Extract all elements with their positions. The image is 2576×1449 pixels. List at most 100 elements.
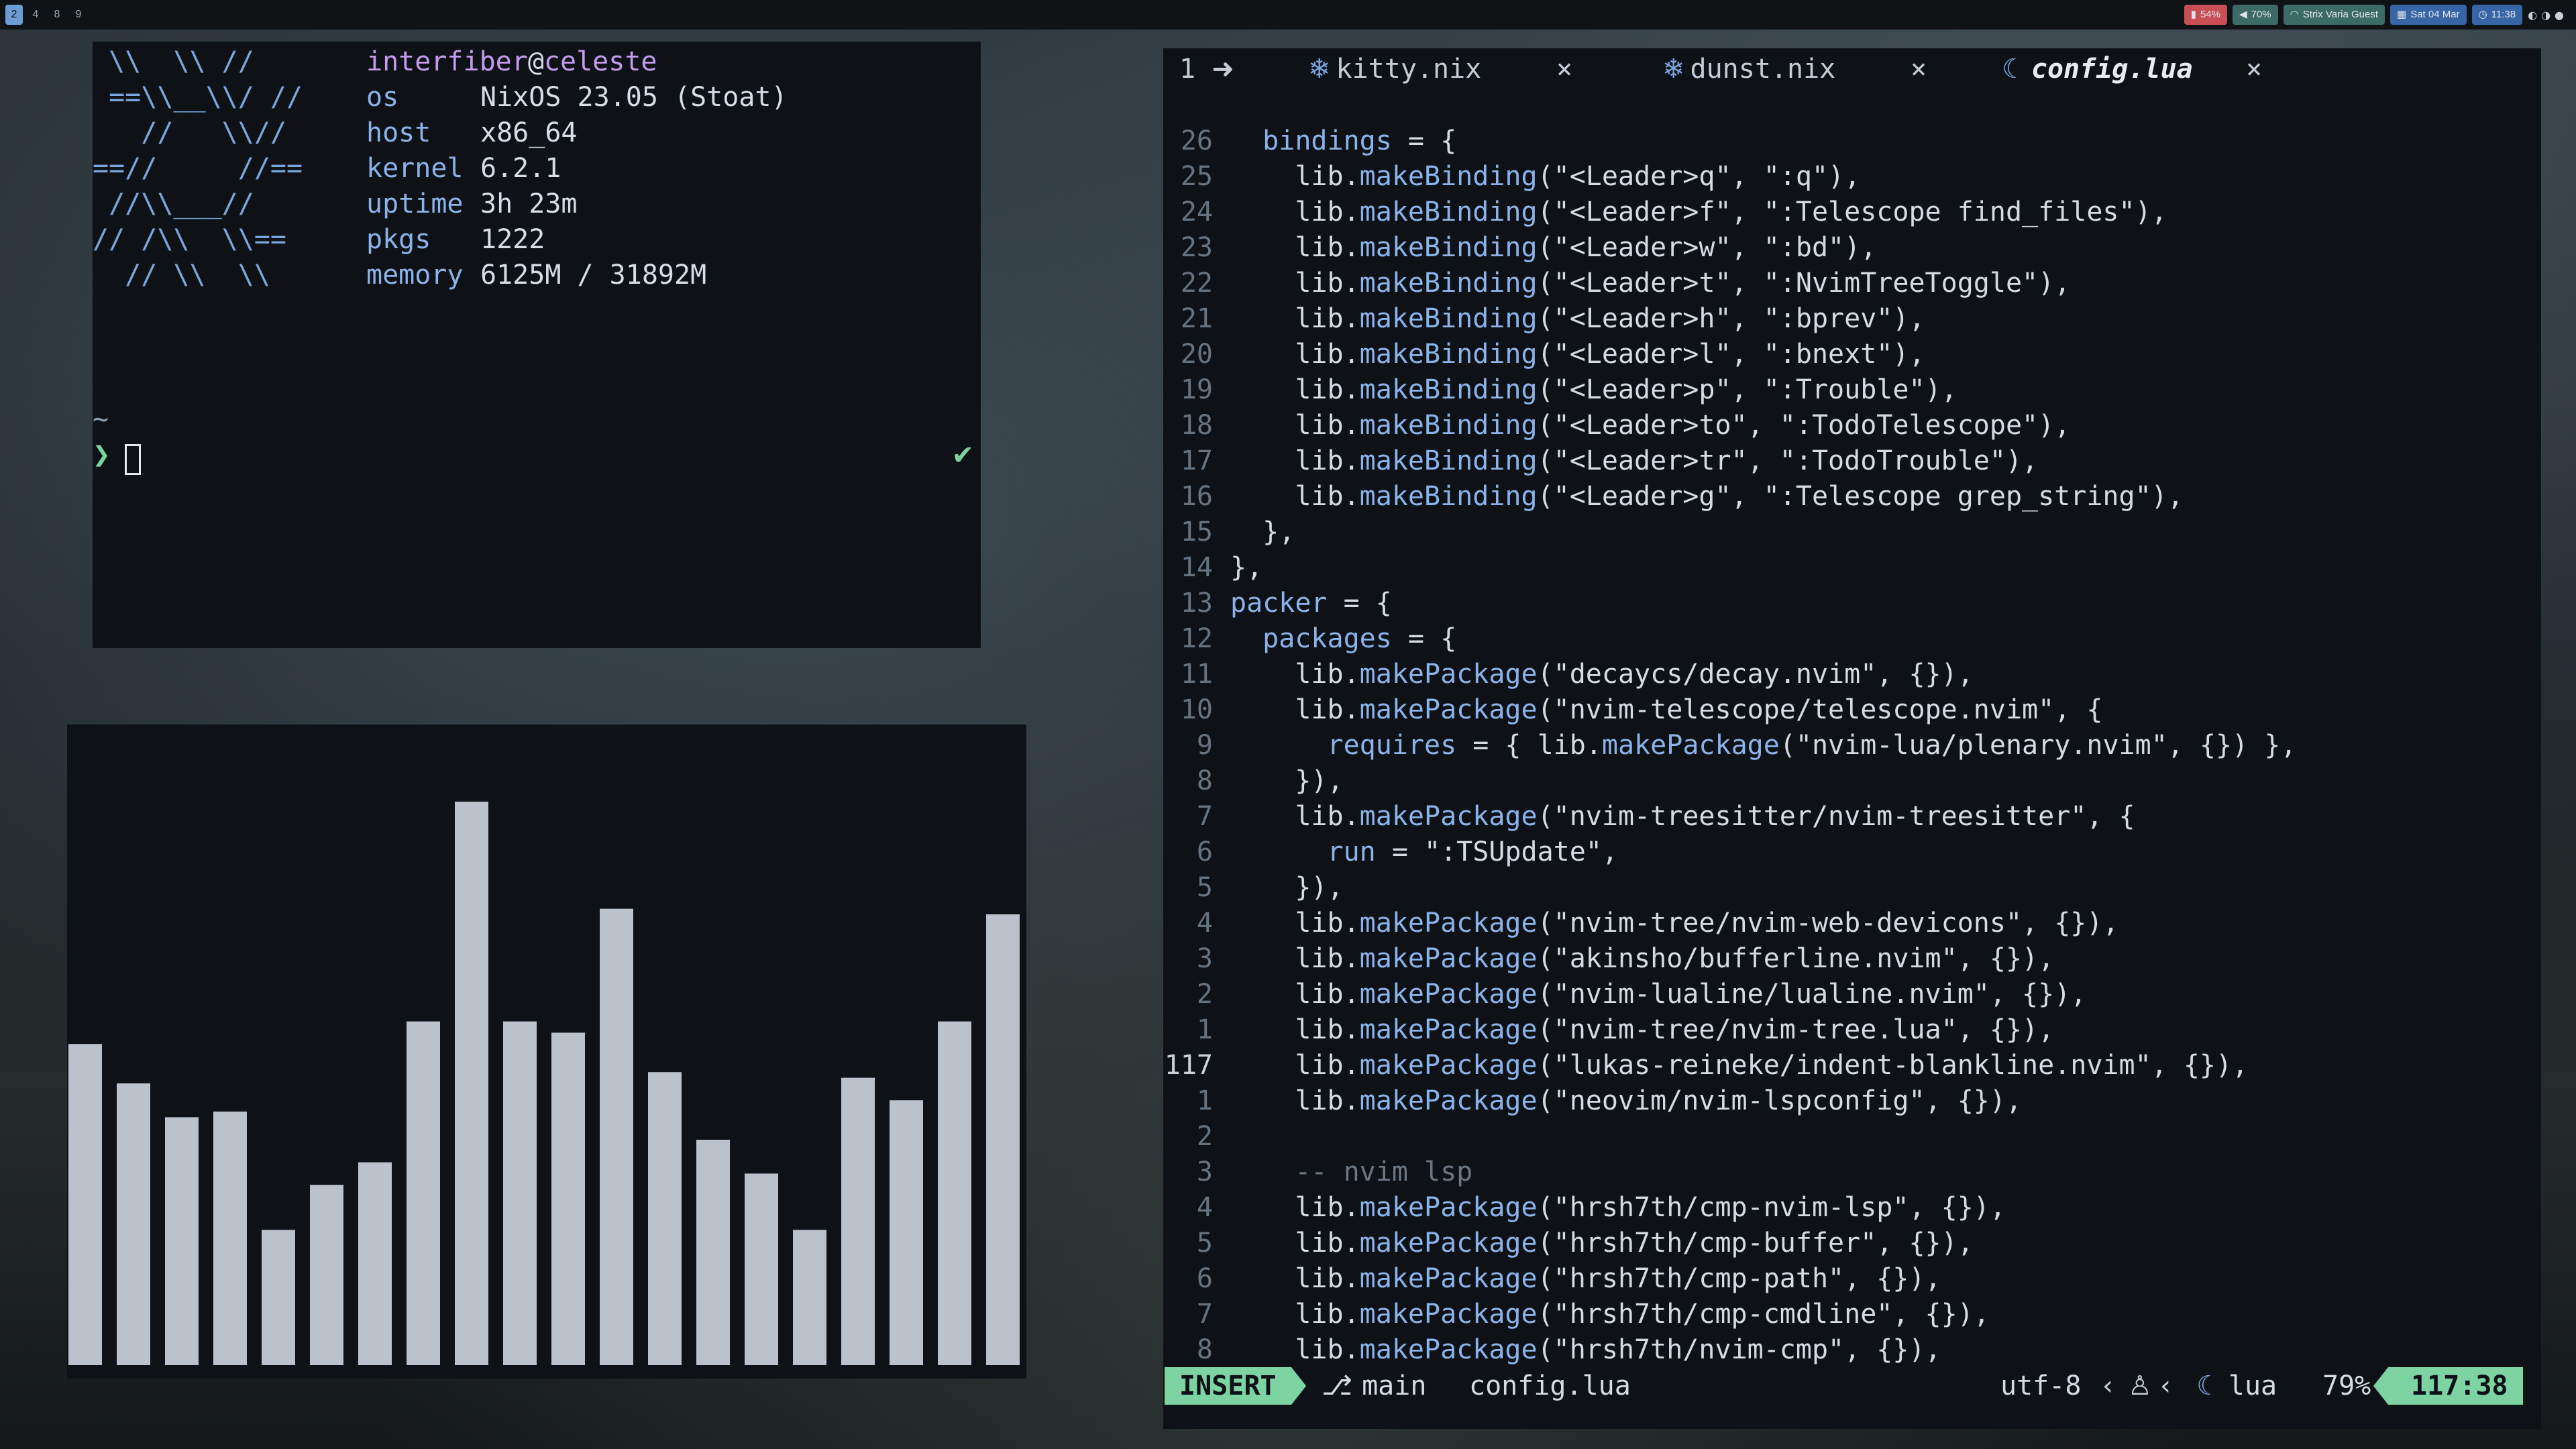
code-line[interactable]: 1 lib.makePackage("neovim/nvim-lspconfig… <box>1163 1083 2541 1119</box>
neovim-window[interactable]: 1 ➜ ❄ kitty.nix × ❄ dunst.nix × ☾ config.lua ×… <box>1163 48 2541 1429</box>
visualizer-bar <box>890 1100 923 1365</box>
visualizer-bar <box>648 1072 682 1365</box>
code-line[interactable]: 26 bindings = { <box>1163 123 2541 159</box>
code-line[interactable]: 8 lib.makePackage("hrsh7th/nvim-cmp", {}… <box>1163 1332 2541 1368</box>
line-number: 12 <box>1180 623 1213 654</box>
tray-app-icon[interactable]: ● <box>2555 9 2568 21</box>
visualizer-bar <box>551 1032 585 1365</box>
nixos-ascii-logo: \\ \\ // ==\\__\\/ // // \\// ==// //== … <box>93 46 303 290</box>
wifi-indicator[interactable]: ◠ Strix Varia Guest <box>2283 5 2385 25</box>
nix-icon: ❄ <box>1662 54 1685 85</box>
code-line[interactable]: 4 lib.makePackage("nvim-tree/nvim-web-de… <box>1163 906 2541 941</box>
tab-kitty-nix[interactable]: ❄ kitty.nix × <box>1308 54 1572 85</box>
code-line[interactable]: 2 lib.makePackage("nvim-lualine/lualine.… <box>1163 977 2541 1012</box>
date-indicator[interactable]: ▦ Sat 04 Mar <box>2390 5 2467 25</box>
code-line[interactable]: 3 lib.makePackage("akinsho/bufferline.nv… <box>1163 941 2541 977</box>
line-number: 4 <box>1196 1192 1213 1223</box>
workspace-button[interactable]: 8 <box>48 5 66 25</box>
code-line[interactable]: 21 lib.makeBinding("<Leader>h", ":bprev"… <box>1163 301 2541 337</box>
cursor-position: 117:38 <box>2373 1367 2523 1405</box>
workspace-button[interactable]: 9 <box>70 5 87 25</box>
separator-icon: ‹ <box>2160 1371 2171 1401</box>
code-line[interactable]: 4 lib.makePackage("hrsh7th/cmp-nvim-lsp"… <box>1163 1190 2541 1226</box>
line-number: 2 <box>1196 1121 1213 1152</box>
code-line[interactable]: 24 lib.makeBinding("<Leader>f", ":Telesc… <box>1163 195 2541 230</box>
code-line[interactable]: 17 lib.makeBinding("<Leader>tr", ":TodoT… <box>1163 443 2541 479</box>
code-text: lib.makePackage("nvim-treesitter/nvim-tr… <box>1230 801 2135 832</box>
code-line[interactable]: 5 }), <box>1163 870 2541 906</box>
code-text: lib.makeBinding("<Leader>t", ":NvimTreeT… <box>1230 268 2071 299</box>
code-text: lib.makeBinding("<Leader>tr", ":TodoTrou… <box>1230 445 2039 476</box>
code-text: lib.makePackage("hrsh7th/cmp-buffer", {}… <box>1230 1228 1974 1258</box>
system-tray[interactable]: ◐◑● <box>2528 9 2568 21</box>
code-line[interactable]: 12 packages = { <box>1163 621 2541 657</box>
line-number: 117 <box>1164 1050 1213 1081</box>
code-text: lib.makeBinding("<Leader>l", ":bnext"), <box>1230 339 1925 370</box>
code-line[interactable]: 1 lib.makePackage("nvim-tree/nvim-tree.l… <box>1163 1012 2541 1048</box>
code-line[interactable]: 7 lib.makePackage("nvim-treesitter/nvim-… <box>1163 799 2541 835</box>
tab-dunst-nix[interactable]: ❄ dunst.nix × <box>1662 54 1927 85</box>
code-line[interactable]: 6 run = ":TSUpdate", <box>1163 835 2541 870</box>
line-number: 4 <box>1196 908 1213 938</box>
code-line[interactable]: 13 packer = { <box>1163 586 2541 621</box>
back-arrow-icon: ➜ <box>1212 54 1234 85</box>
code-line-current[interactable]: 117 lib.makePackage("lukas-reineke/inden… <box>1163 1048 2541 1083</box>
code-line[interactable]: 23 lib.makeBinding("<Leader>w", ":bd"), <box>1163 230 2541 266</box>
visualizer-bar <box>503 1021 537 1365</box>
code-line[interactable]: 10 lib.makePackage("nvim-telescope/teles… <box>1163 692 2541 728</box>
code-text: }), <box>1230 872 1344 903</box>
check-icon: ✔ <box>951 440 974 471</box>
line-number: 7 <box>1196 1299 1213 1330</box>
filename: config.lua <box>1469 1371 1631 1401</box>
close-icon[interactable]: × <box>2246 54 2262 85</box>
code-text: lib.makeBinding("<Leader>f", ":Telescope… <box>1230 197 2167 227</box>
volume-indicator[interactable]: ◀ 70% <box>2233 5 2278 25</box>
line-number: 21 <box>1180 303 1213 334</box>
code-line[interactable]: 8 }), <box>1163 763 2541 799</box>
code-line[interactable]: 7 lib.makePackage("hrsh7th/cmp-cmdline",… <box>1163 1297 2541 1332</box>
code-line[interactable]: 22 lib.makeBinding("<Leader>t", ":NvimTr… <box>1163 266 2541 301</box>
code-line[interactable]: 9 requires = { lib.makePackage("nvim-lua… <box>1163 728 2541 763</box>
line-number: 5 <box>1196 872 1213 903</box>
close-icon[interactable]: × <box>1556 54 1572 85</box>
code-line[interactable]: 15 }, <box>1163 515 2541 550</box>
info-row-os: os NixOS 23.05 (Stoat) <box>366 82 788 113</box>
code-text: lib.makePackage("hrsh7th/cmp-cmdline", {… <box>1230 1299 1990 1330</box>
code-line[interactable]: 5 lib.makePackage("hrsh7th/cmp-buffer", … <box>1163 1226 2541 1261</box>
workspace-button[interactable]: 2 <box>5 5 23 25</box>
code-line[interactable]: 19 lib.makeBinding("<Leader>p", ":Troubl… <box>1163 372 2541 408</box>
code-line[interactable]: 20 lib.makeBinding("<Leader>l", ":bnext"… <box>1163 337 2541 372</box>
code-line[interactable]: 2 <box>1163 1119 2541 1155</box>
code-area[interactable]: 26 bindings = {25 lib.makeBinding("<Lead… <box>1163 123 2541 1368</box>
code-text: packages = { <box>1263 623 1457 654</box>
code-line[interactable]: 16 lib.makeBinding("<Leader>g", ":Telesc… <box>1163 479 2541 515</box>
visualizer-bar <box>358 1162 392 1365</box>
scroll-percent: 79% <box>2322 1371 2371 1401</box>
tab-config-lua[interactable]: ☾ config.lua × <box>2002 54 2262 85</box>
workspace-button[interactable]: 4 <box>27 5 44 25</box>
line-number: 18 <box>1180 410 1213 441</box>
terminal-window[interactable]: \\ \\ // ==\\__\\/ // // \\// ==// //== … <box>93 42 981 648</box>
system-info: interfiber@celeste os NixOS 23.05 (Stoat)… <box>366 44 788 293</box>
tray-app-icon[interactable]: ◑ <box>2541 9 2555 21</box>
visualizer-bar <box>213 1112 247 1365</box>
code-line[interactable]: 18 lib.makeBinding("<Leader>to", ":TodoT… <box>1163 408 2541 443</box>
user-host-line: interfiber@celeste <box>366 46 657 77</box>
tray-app-icon[interactable]: ◐ <box>2528 9 2541 21</box>
terminal-cursor[interactable] <box>125 444 141 475</box>
close-icon[interactable]: × <box>1911 54 1927 85</box>
code-line[interactable]: 14}, <box>1163 550 2541 586</box>
code-line[interactable]: 25 lib.makeBinding("<Leader>q", ":q"), <box>1163 159 2541 195</box>
audio-visualizer-window <box>67 724 1026 1379</box>
code-line[interactable]: 3 -- nvim lsp <box>1163 1155 2541 1190</box>
battery-icon: ▮ <box>2190 9 2197 20</box>
battery-indicator[interactable]: ▮ 54% <box>2184 5 2228 25</box>
code-line[interactable]: 11 lib.makePackage("decaycs/decay.nvim",… <box>1163 657 2541 692</box>
line-number: 17 <box>1180 445 1213 476</box>
info-row-uptime: uptime 3h 23m <box>366 189 578 219</box>
code-text: lib.makeBinding("<Leader>w", ":bd"), <box>1230 232 1877 263</box>
line-number: 16 <box>1180 481 1213 512</box>
calendar-icon: ▦ <box>2397 9 2407 20</box>
code-line[interactable]: 6 lib.makePackage("hrsh7th/cmp-path", {}… <box>1163 1261 2541 1297</box>
clock-indicator[interactable]: ◷ 11:38 <box>2471 5 2523 25</box>
